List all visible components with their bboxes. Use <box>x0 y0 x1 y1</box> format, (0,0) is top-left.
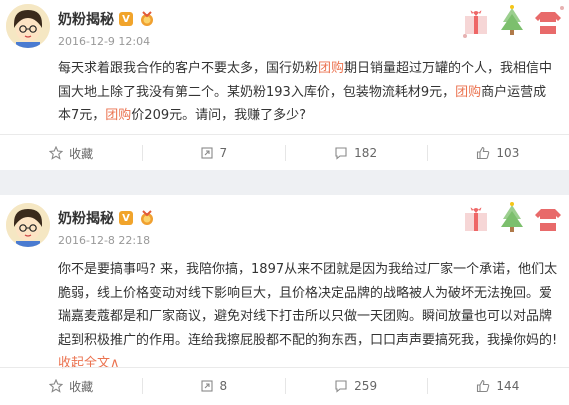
weibo-post-2: 奶粉揭秘 V 2016-12-8 22:18 你不是要搞事吗? 来，我陪你搞，1… <box>0 195 569 405</box>
action-bar: 收藏 8 259 144 <box>0 367 569 404</box>
christmas-decoration <box>459 197 565 237</box>
keyword-link[interactable]: 团购 <box>318 61 344 76</box>
repost-button[interactable]: 7 <box>142 135 284 171</box>
favorite-button[interactable]: 收藏 <box>0 368 142 404</box>
like-count: 103 <box>496 146 520 160</box>
sweater-icon <box>531 0 565 40</box>
star-icon <box>49 146 64 160</box>
post-text: 你不是要搞事吗? 来，我陪你搞，1897从来不团就是因为我给过厂家一个承诺，他们… <box>58 258 558 376</box>
text-segment: 每天求着跟我合作的客户不要太多，国行奶粉 <box>58 61 319 76</box>
like-button[interactable]: 144 <box>426 368 569 404</box>
favorite-label: 收藏 <box>69 146 94 161</box>
star-icon <box>49 379 64 393</box>
gift-icon <box>459 197 493 237</box>
like-button[interactable]: 103 <box>426 135 569 171</box>
action-bar: 收藏 7 182 103 <box>0 134 569 171</box>
favorite-button[interactable]: 收藏 <box>0 135 142 171</box>
verified-badge-icon: V <box>119 12 133 26</box>
post-text: 每天求着跟我合作的客户不要太多，国行奶粉团购期日销量超过万罐的个人，我相信中国大… <box>58 57 558 128</box>
author-avatar[interactable] <box>6 203 50 247</box>
repost-count: 7 <box>219 146 228 160</box>
text-segment: 价209元。请问，我赚了多少? <box>131 108 307 123</box>
comment-button[interactable]: 182 <box>284 135 427 171</box>
repost-icon <box>200 147 213 159</box>
text-segment: 你不是要搞事吗? 来，我陪你搞，1897从来不团就是因为我给过厂家一个承诺，他们… <box>58 262 558 348</box>
tree-icon <box>495 197 529 237</box>
weibo-post-1: 奶粉揭秘 V 2016-12-9 12:04 每天求着跟我合作的客户不要太多，国… <box>0 0 569 170</box>
sweater-icon <box>531 197 565 237</box>
favorite-label: 收藏 <box>69 379 94 394</box>
thumbs-up-icon <box>477 379 490 393</box>
thumbs-up-icon <box>477 146 490 160</box>
gift-icon <box>459 0 493 40</box>
repost-button[interactable]: 8 <box>142 368 284 404</box>
post-time[interactable]: 2016-12-8 22:18 <box>58 234 150 247</box>
comment-icon <box>335 147 347 160</box>
comment-icon <box>335 380 347 393</box>
comment-button[interactable]: 259 <box>284 368 427 404</box>
keyword-link[interactable]: 团购 <box>105 108 131 123</box>
medal-icon <box>138 11 156 27</box>
author-name[interactable]: 奶粉揭秘 <box>58 9 114 29</box>
author-avatar[interactable] <box>6 4 50 48</box>
author-name[interactable]: 奶粉揭秘 <box>58 208 114 228</box>
christmas-decoration <box>459 0 565 40</box>
verified-badge-icon: V <box>119 211 133 225</box>
comment-count: 259 <box>354 379 378 393</box>
medal-icon <box>138 210 156 226</box>
repost-count: 8 <box>219 379 228 393</box>
post-time[interactable]: 2016-12-9 12:04 <box>58 35 150 48</box>
tree-icon <box>495 0 529 40</box>
comment-count: 182 <box>354 146 378 160</box>
repost-icon <box>200 380 213 392</box>
keyword-link[interactable]: 团购 <box>455 85 481 100</box>
like-count: 144 <box>496 379 520 393</box>
